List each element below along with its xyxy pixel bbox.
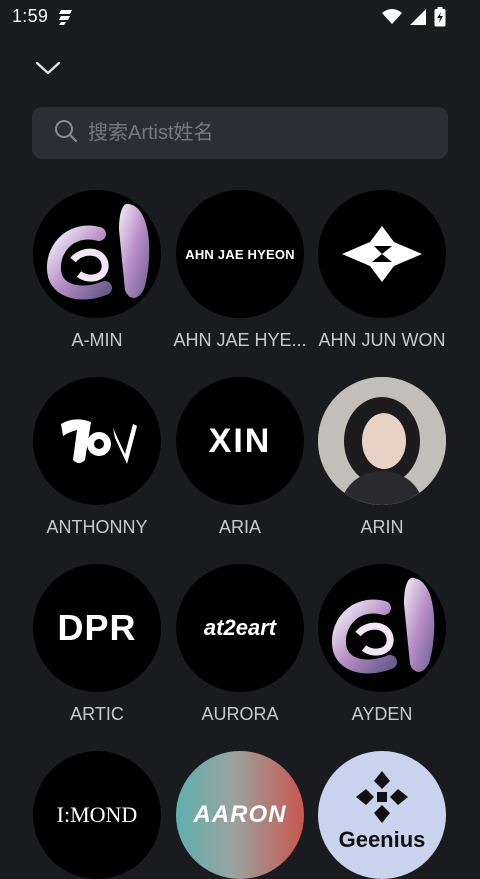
avatar: at2eart: [176, 564, 304, 692]
logo-text: AHN JAE HYEON: [185, 246, 295, 262]
artist-name: ANTHONNY: [46, 517, 148, 537]
artist-card-aaron[interactable]: AARON: [169, 751, 311, 879]
artist-name: A-MIN: [71, 330, 123, 350]
portrait-image: [318, 377, 446, 505]
artist-name: AYDEN: [351, 704, 413, 724]
artist-card-imond[interactable]: I:MOND: [26, 751, 168, 879]
status-time: 1:59: [12, 6, 49, 26]
artist-card-geenius[interactable]: Geenius: [311, 751, 453, 879]
avatar: I:MOND: [33, 751, 161, 879]
search-bar[interactable]: [32, 106, 448, 160]
chevron-down-icon: [35, 60, 61, 81]
avatar: [318, 190, 446, 318]
avatar: [318, 564, 446, 692]
logo-text: Geenius: [338, 827, 426, 852]
cross-logo-icon: [356, 771, 408, 823]
logo-text: at2eart: [203, 615, 277, 640]
artist-card-ahn-jae-hyeon[interactable]: AHN JAE HYEON AHN JAE HYE...: [169, 190, 311, 350]
star-logo-icon: [342, 226, 422, 282]
logo-text: AARON: [193, 801, 287, 828]
search-input[interactable]: [78, 106, 448, 160]
avatar: AARON: [176, 751, 304, 879]
avatar: [33, 190, 161, 318]
artist-name: AHN JAE HYE...: [173, 330, 307, 350]
artist-card-aurora[interactable]: at2eart AURORA: [169, 564, 311, 724]
artist-card-aria[interactable]: XIN ARIA: [169, 377, 311, 537]
artist-card-ayden[interactable]: AYDEN: [311, 564, 453, 724]
wifi-icon: [382, 9, 402, 30]
avatar-photo: [318, 377, 446, 505]
artist-card-anthonny[interactable]: ANTHONNY: [26, 377, 168, 537]
a-min-logo-icon: [46, 203, 150, 300]
signal-icon: [410, 9, 426, 30]
avatar: XIN: [176, 377, 304, 505]
artist-name: AURORA: [201, 704, 279, 724]
app-notification-icon: [58, 8, 74, 31]
anthonny-logo-icon: [61, 419, 137, 464]
artist-name: AHN JUN WON: [318, 330, 446, 350]
search-icon: [54, 119, 78, 148]
collapse-button[interactable]: [30, 56, 66, 84]
a-min-logo-icon: [331, 577, 435, 674]
artist-name: ARIN: [360, 517, 404, 537]
avatar: [33, 377, 161, 505]
artist-card-artic[interactable]: DPR ARTIC: [26, 564, 168, 724]
avatar: DPR: [33, 564, 161, 692]
logo-text: DPR: [57, 607, 137, 648]
avatar: AHN JAE HYEON: [176, 190, 304, 318]
avatar: Geenius: [318, 751, 446, 879]
artist-name: ARIA: [218, 517, 261, 537]
artist-name: ARTIC: [70, 704, 124, 724]
artist-card-arin[interactable]: ARIN: [311, 377, 453, 537]
logo-text: XIN: [208, 421, 272, 460]
artist-card-ahn-jun-won[interactable]: AHN JUN WON: [311, 190, 453, 350]
artist-card-a-min[interactable]: A-MIN: [26, 190, 168, 350]
status-bar: 1:59: [0, 0, 480, 32]
battery-charging-icon: [434, 7, 446, 32]
logo-text: I:MOND: [56, 802, 138, 827]
